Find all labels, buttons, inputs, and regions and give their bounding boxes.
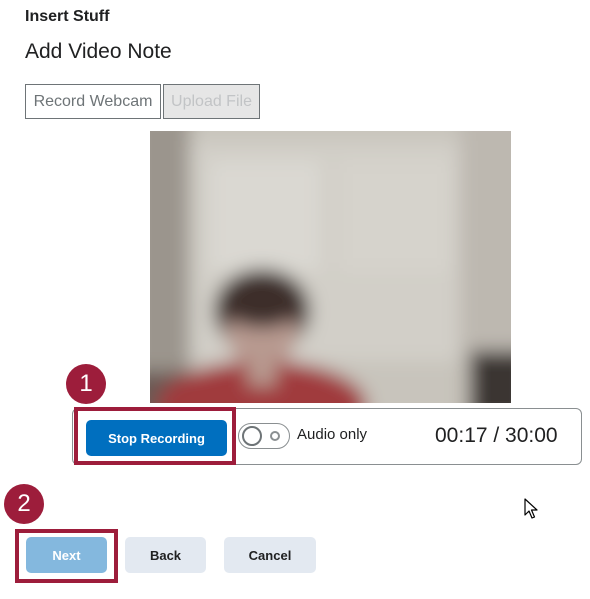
webcam-feed-image: [150, 131, 511, 403]
tab-record-webcam[interactable]: Record Webcam: [25, 84, 161, 119]
toggle-off-indicator-icon: [270, 431, 280, 441]
cancel-button[interactable]: Cancel: [224, 537, 316, 573]
callout-highlight-next: [15, 529, 118, 583]
dialog-title: Insert Stuff: [25, 8, 110, 25]
mouse-cursor-icon: [524, 498, 540, 525]
tab-upload-file[interactable]: Upload File: [163, 84, 260, 119]
back-button[interactable]: Back: [125, 537, 206, 573]
toggle-knob: [242, 426, 262, 446]
audio-only-label: Audio only: [297, 426, 368, 443]
step-2-badge: 2: [4, 484, 44, 524]
page-title: Add Video Note: [25, 40, 172, 63]
step-1-badge: 1: [66, 364, 106, 404]
recording-timer: 00:17 / 30:00: [435, 424, 558, 447]
callout-highlight-stop: [74, 407, 236, 465]
webcam-video-preview: [150, 131, 511, 403]
